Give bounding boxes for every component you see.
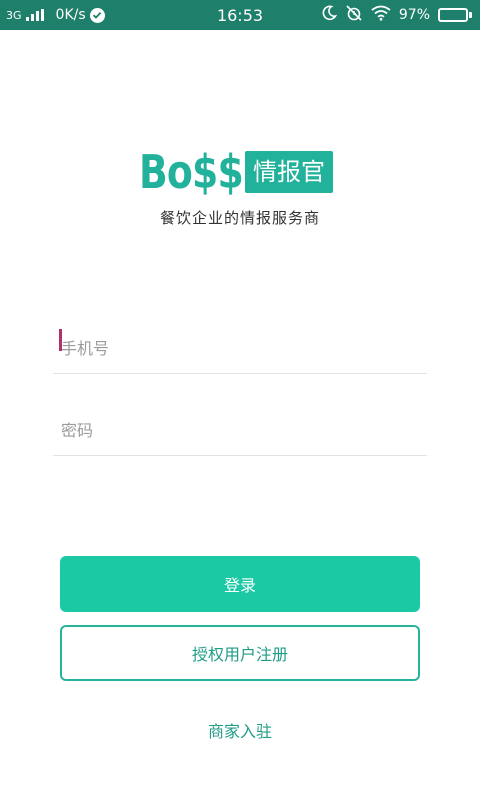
battery-icon bbox=[438, 8, 472, 22]
status-time: 16:53 bbox=[216, 5, 264, 25]
moon-icon bbox=[321, 5, 338, 25]
phone-field[interactable] bbox=[53, 324, 427, 374]
logo-badge: 情报官 bbox=[245, 151, 333, 193]
phone-input[interactable] bbox=[53, 324, 427, 373]
merchant-entry-link[interactable]: 商家入驻 bbox=[0, 718, 480, 742]
wifi-icon bbox=[371, 5, 391, 25]
status-right-group: 97% bbox=[321, 0, 472, 30]
login-button[interactable]: 登录 bbox=[60, 556, 420, 612]
register-button[interactable]: 授权用户注册 bbox=[60, 625, 420, 681]
text-cursor bbox=[59, 329, 62, 351]
battery-percent-label: 97% bbox=[398, 7, 430, 23]
status-bar: 3G 0K/s 16:53 97% bbox=[0, 0, 480, 30]
boss-logo: Bo$$ 情报官 bbox=[139, 145, 333, 199]
password-input[interactable] bbox=[53, 406, 427, 455]
password-field[interactable] bbox=[53, 406, 427, 456]
alarm-off-icon bbox=[345, 4, 363, 26]
app-tagline: 餐饮企业的情报服务商 bbox=[159, 209, 320, 227]
logo-wordmark: Bo$$ bbox=[139, 145, 244, 199]
